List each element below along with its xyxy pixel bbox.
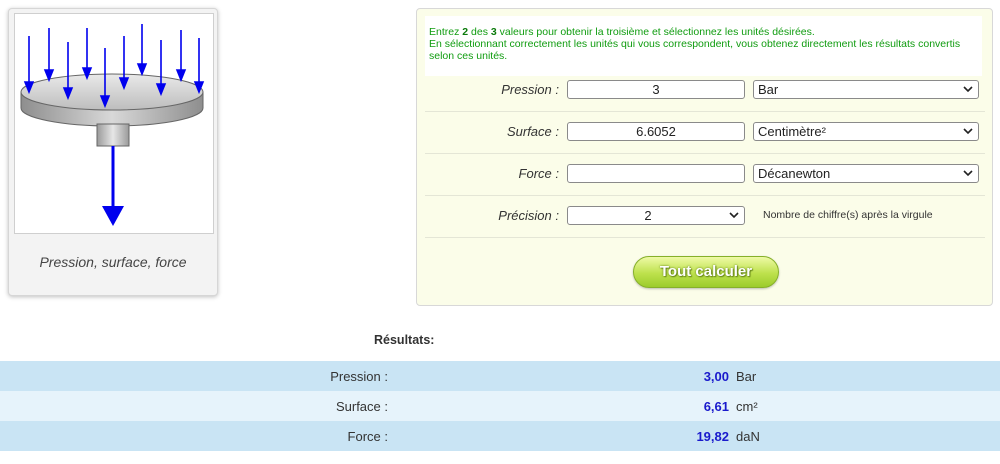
pression-unit-select[interactable]: Bar [753, 80, 979, 99]
surface-row: Surface : Centimètre² [425, 111, 985, 154]
intro-text-1: Entrez [429, 26, 463, 38]
illustration-frame [14, 13, 214, 234]
intro-text-3: valeurs pour obtenir la troisième et sél… [496, 26, 815, 38]
chevron-down-icon [963, 86, 973, 93]
illustration-caption: Pression, surface, force [39, 254, 187, 270]
precision-note: Nombre de chiffre(s) après la virgule [763, 209, 933, 221]
force-unit-value: Décanewton [758, 166, 831, 181]
chevron-down-icon [729, 212, 739, 219]
calculate-all-button[interactable]: Tout calculer [633, 256, 779, 288]
illustration-card: Pression, surface, force [8, 8, 218, 296]
instructions-box: Entrez 2 des 3 valeurs pour obtenir la t… [425, 16, 982, 76]
surface-unit-select[interactable]: Centimètre² [753, 122, 979, 141]
result-value: 6,61 [703, 399, 729, 414]
result-value: 19,82 [696, 429, 729, 444]
precision-value: 2 [644, 208, 652, 223]
precision-label: Précision : [498, 208, 559, 223]
instructions-text: Entrez 2 des 3 valeurs pour obtenir la t… [425, 16, 982, 62]
precision-select[interactable]: 2 [567, 206, 745, 225]
result-label: Surface : [335, 399, 388, 414]
result-value: 3,00 [703, 369, 729, 384]
pression-label: Pression : [501, 82, 559, 97]
result-unit: daN [736, 429, 760, 444]
pressure-disc-illustration [20, 24, 205, 226]
result-row-force: Force : 19,82 daN [0, 421, 1000, 451]
surface-unit-value: Centimètre² [758, 124, 826, 139]
chevron-down-icon [963, 128, 973, 135]
result-unit: Bar [736, 369, 757, 384]
intro-text-4: En sélectionnant correctement les unités… [429, 38, 961, 62]
results-title: Résultats: [374, 333, 435, 347]
intro-text-2: des [468, 26, 491, 38]
force-label: Force : [518, 166, 559, 181]
surface-input[interactable] [567, 122, 745, 141]
pression-unit-value: Bar [758, 82, 779, 97]
precision-row: Précision : 2 Nombre de chiffre(s) après… [425, 195, 985, 238]
result-row-pression: Pression : 3,00 Bar [0, 361, 1000, 391]
pression-row: Pression : Bar [425, 69, 985, 112]
force-input[interactable] [567, 164, 745, 183]
force-row: Force : Décanewton [425, 153, 985, 196]
surface-label: Surface : [506, 124, 559, 139]
pression-input[interactable] [567, 80, 745, 99]
result-row-surface: Surface : 6,61 cm² [0, 391, 1000, 421]
result-label: Pression : [330, 369, 388, 384]
result-unit: cm² [736, 399, 758, 414]
result-label: Force : [347, 429, 388, 444]
calculator-panel: Entrez 2 des 3 valeurs pour obtenir la t… [416, 8, 993, 306]
force-unit-select[interactable]: Décanewton [753, 164, 979, 183]
chevron-down-icon [963, 170, 973, 177]
